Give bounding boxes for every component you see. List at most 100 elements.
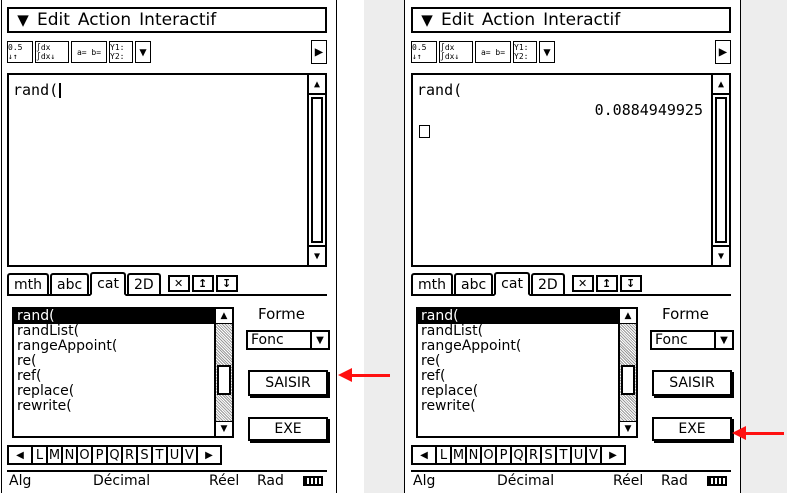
catalog-item[interactable]: replace(	[418, 384, 618, 399]
menu-bar: ▼ Edit Action Interactif	[7, 7, 327, 33]
menu-chevron-icon[interactable]: ▼	[413, 11, 441, 29]
scroll-up-icon[interactable]: ▲	[620, 309, 636, 324]
status-bar: Alg Décimal Réel Rad	[7, 470, 327, 490]
tab-cat[interactable]: cat	[494, 272, 530, 296]
menu-edit[interactable]: Edit	[441, 10, 474, 30]
forme-select[interactable]: Fonc ▼	[650, 330, 734, 350]
scroll-thumb[interactable]	[217, 365, 231, 395]
chevron-down-icon[interactable]: ▼	[310, 332, 328, 348]
toolbar-dropdown-icon[interactable]: ▼	[539, 41, 555, 63]
scroll-up-icon[interactable]: ▲	[216, 309, 232, 324]
scroll-up-icon[interactable]: ▲	[309, 75, 325, 95]
scroll-thumb[interactable]	[621, 365, 635, 395]
catalog-item[interactable]: rangeAppoint(	[418, 339, 618, 354]
work-area[interactable]: rand( 0.0884949925 ▲ ▼	[411, 73, 731, 267]
approx-toggle-icon[interactable]: 0.5 ↓↑	[7, 41, 33, 63]
integral-icon[interactable]: ∫dx ∫dx↓	[439, 41, 473, 63]
menu-chevron-icon[interactable]: ▼	[9, 11, 37, 29]
catalog-item[interactable]: re(	[418, 354, 618, 369]
work-scrollbar[interactable]: ▲ ▼	[307, 75, 325, 265]
delete-icon[interactable]: ✕	[571, 275, 594, 292]
entry-cursor[interactable]	[419, 125, 430, 138]
move-up-icon[interactable]: ↥	[595, 275, 618, 292]
scroll-thumb[interactable]	[715, 97, 727, 243]
catalog-item[interactable]: re(	[14, 354, 214, 369]
toolbar: 0.5 ↓↑ ∫dx ∫dx↓ a= b= Y1: Y2: ▼ ▶	[411, 40, 731, 64]
catalog-item[interactable]: replace(	[14, 384, 214, 399]
catalog-item[interactable]: randList(	[418, 324, 618, 339]
status-mode: Alg	[9, 473, 32, 489]
menu-action[interactable]: Action	[78, 10, 131, 30]
status-angle: Rad	[257, 473, 284, 489]
approx-toggle-icon[interactable]: 0.5 ↓↑	[411, 41, 437, 63]
saisir-button[interactable]: SAISIR	[248, 370, 328, 396]
toolbar-scroll-right-icon[interactable]: ▶	[715, 40, 731, 64]
scroll-down-icon[interactable]: ▼	[620, 421, 636, 436]
key-left-icon[interactable]: ◀	[7, 445, 33, 465]
toolbar-dropdown-icon[interactable]: ▼	[135, 41, 151, 63]
catalog-scrollbar[interactable]: ▲ ▼	[214, 309, 232, 436]
graph-functions-icon[interactable]: Y1: Y2:	[109, 41, 133, 63]
chevron-down-icon[interactable]: ▼	[714, 332, 732, 348]
menu-edit[interactable]: Edit	[37, 10, 70, 30]
toolbar-scroll-right-icon[interactable]: ▶	[311, 40, 327, 64]
exe-button[interactable]: EXE	[248, 417, 328, 441]
tab-mth[interactable]: mth	[411, 273, 453, 294]
catalog-item[interactable]: rangeAppoint(	[14, 339, 214, 354]
text-caret	[59, 83, 62, 98]
graph-functions-icon[interactable]: Y1: Y2:	[513, 41, 537, 63]
saisir-button[interactable]: SAISIR	[652, 370, 732, 396]
status-domain: Réel	[613, 473, 644, 489]
status-format: Décimal	[497, 473, 555, 489]
catalog-item[interactable]: rand(	[418, 309, 618, 324]
catalog-item[interactable]: rewrite(	[14, 399, 214, 414]
catalog-item[interactable]: ref(	[14, 369, 214, 384]
catalog-list[interactable]: rand( randList( rangeAppoint( re( ref( r…	[416, 307, 638, 438]
menu-action[interactable]: Action	[482, 10, 535, 30]
menu-interactif[interactable]: Interactif	[139, 10, 216, 30]
scroll-down-icon[interactable]: ▼	[309, 245, 325, 265]
status-mode: Alg	[413, 473, 436, 489]
letter-key-row: ◀ L M N O P Q R S T U V ▶	[7, 445, 327, 465]
key-left-icon[interactable]: ◀	[411, 445, 437, 465]
catalog-item[interactable]: ref(	[418, 369, 618, 384]
catalog-item[interactable]: rand(	[14, 309, 214, 324]
work-area[interactable]: rand( ▲ ▼	[7, 73, 327, 267]
tab-cat[interactable]: cat	[90, 272, 126, 296]
scroll-thumb[interactable]	[311, 97, 323, 243]
integral-icon[interactable]: ∫dx ∫dx↓	[35, 41, 69, 63]
status-format: Décimal	[93, 473, 151, 489]
menu-interactif[interactable]: Interactif	[543, 10, 620, 30]
key-right-icon[interactable]: ▶	[600, 445, 626, 465]
tab-abc[interactable]: abc	[454, 273, 494, 294]
key-right-icon[interactable]: ▶	[196, 445, 222, 465]
delete-icon[interactable]: ✕	[167, 275, 190, 292]
pointer-arrow-icon	[732, 426, 784, 440]
move-up-icon[interactable]: ↥	[191, 275, 214, 292]
work-scrollbar[interactable]: ▲ ▼	[711, 75, 729, 265]
assign-variable-icon[interactable]: a= b=	[71, 41, 107, 63]
forme-label: Forme	[662, 305, 710, 323]
scroll-down-icon[interactable]: ▼	[216, 421, 232, 436]
catalog-list[interactable]: rand( randList( rangeAppoint( re( ref( r…	[12, 307, 234, 438]
exe-button[interactable]: EXE	[652, 417, 732, 441]
scroll-up-icon[interactable]: ▲	[713, 75, 729, 95]
catalog-item[interactable]: rewrite(	[418, 399, 618, 414]
tab-mth[interactable]: mth	[7, 273, 49, 294]
catalog-item[interactable]: randList(	[14, 324, 214, 339]
catalog-scrollbar[interactable]: ▲ ▼	[618, 309, 636, 436]
forme-select[interactable]: Fonc ▼	[246, 330, 330, 350]
forme-value: Fonc	[251, 332, 284, 348]
tab-2d[interactable]: 2D	[530, 273, 565, 294]
keyboard-tabs: mth abc cat 2D ✕ ↥ ↧	[7, 272, 327, 296]
status-domain: Réel	[209, 473, 240, 489]
tab-2d[interactable]: 2D	[126, 273, 161, 294]
move-down-icon[interactable]: ↧	[619, 275, 642, 292]
scroll-down-icon[interactable]: ▼	[713, 245, 729, 265]
tab-abc[interactable]: abc	[50, 273, 90, 294]
result-value: 0.0884949925	[594, 101, 703, 119]
move-down-icon[interactable]: ↧	[215, 275, 238, 292]
assign-variable-icon[interactable]: a= b=	[475, 41, 511, 63]
status-bar: Alg Décimal Réel Rad	[411, 470, 731, 490]
input-line[interactable]: rand(	[13, 81, 62, 99]
